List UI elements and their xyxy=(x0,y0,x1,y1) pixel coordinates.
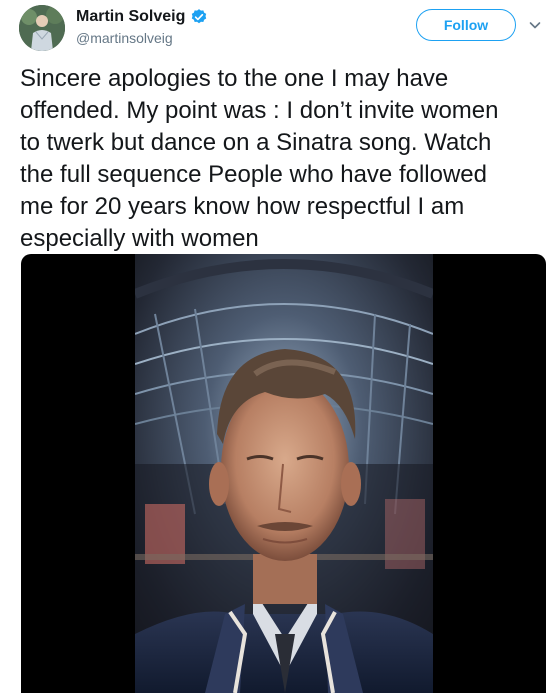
video-thumbnail[interactable] xyxy=(135,254,433,693)
author-handle[interactable]: @martinsolveig xyxy=(76,30,173,46)
author-name-row: Martin Solveig xyxy=(76,6,208,28)
follow-button[interactable]: Follow xyxy=(416,9,516,41)
verified-badge-icon xyxy=(190,8,208,26)
chevron-down-icon[interactable] xyxy=(528,18,542,32)
avatar-image xyxy=(19,5,65,51)
tweet-header: Martin Solveig @martinsolveig Follow xyxy=(0,0,560,60)
author-avatar[interactable] xyxy=(19,5,65,51)
tweet-video[interactable] xyxy=(21,254,546,693)
tweet-text: Sincere apologies to the one I may have … xyxy=(20,65,499,252)
author-display-name[interactable]: Martin Solveig xyxy=(76,8,185,26)
tweet-card: Martin Solveig @martinsolveig Follow Sin… xyxy=(0,0,560,693)
